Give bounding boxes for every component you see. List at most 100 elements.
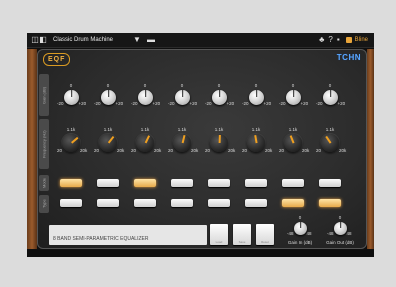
type-button-band-3[interactable] <box>134 199 156 207</box>
gain-band-2-knob[interactable] <box>100 89 116 105</box>
type-button-band-8[interactable] <box>319 199 341 207</box>
freq-band-7-min-label: 20 <box>278 148 284 153</box>
gain-in-knob[interactable] <box>293 221 307 235</box>
gain-band-1-top-label: 0 <box>69 82 73 88</box>
row-label-type: Type <box>39 195 49 213</box>
rack-icon[interactable]: ◫ <box>31 36 39 44</box>
gain-band-3-top-label: 0 <box>143 82 147 88</box>
freq-band-8-min-label: 20 <box>315 148 321 153</box>
gain-out-knob[interactable] <box>333 221 347 235</box>
freq-band-3-knob[interactable] <box>136 134 154 152</box>
freq-band-4-top-label: 1.1k <box>177 127 187 132</box>
mode-button-band-5[interactable] <box>208 179 230 187</box>
gain-band-1-max-label: +20 <box>78 100 87 106</box>
gain-in-label: Gain In (dB) <box>287 240 313 245</box>
freq-band-6-top-label: 1.1k <box>251 127 261 132</box>
gain-band-3-max-label: +20 <box>152 100 161 106</box>
gain-band-8-max-label: +20 <box>337 100 346 106</box>
knob-indicator <box>108 136 115 144</box>
gain-band-1-min-label: -20 <box>56 100 64 106</box>
freq-band-1-top-label: 1.1k <box>66 127 76 132</box>
gain-band-3-knob[interactable] <box>137 89 153 105</box>
users-icon[interactable]: ♣ <box>319 36 324 44</box>
freq-band-6-min-label: 20 <box>241 148 247 153</box>
mode-button-band-4[interactable] <box>171 179 193 187</box>
gain-band-5-max-label: +20 <box>226 100 235 106</box>
type-button-band-7[interactable] <box>282 199 304 207</box>
reset-preset-button[interactable]: Reset <box>256 224 274 245</box>
mode-button-band-8[interactable] <box>319 179 341 187</box>
freq-band-8-top-label: 1.1k <box>325 127 335 132</box>
gain-band-8-min-label: -20 <box>315 100 323 106</box>
gain-in-min-label: -48 <box>286 230 294 236</box>
gain-band-4-knob[interactable] <box>174 89 190 105</box>
preset-dropdown-icon[interactable]: ▼ <box>133 36 141 44</box>
knob-indicator <box>330 90 332 97</box>
mode-button-band-6[interactable] <box>245 179 267 187</box>
knob-indicator <box>256 90 258 97</box>
mode-button-band-7[interactable] <box>282 179 304 187</box>
host-toolbar: ◫ ◧ Classic Drum Machine ▼ ▬ ♣ ? ▪ Bline <box>27 33 374 48</box>
freq-band-4-min-label: 20 <box>167 148 173 153</box>
gain-band-6-knob[interactable] <box>248 89 264 105</box>
freq-band-7-knob[interactable] <box>284 134 302 152</box>
knob-indicator <box>145 135 151 144</box>
freq-band-5-knob[interactable] <box>210 134 228 152</box>
knob-indicator <box>219 134 221 144</box>
freq-band-6-knob[interactable] <box>247 134 265 152</box>
compare-icon[interactable]: ◧ <box>39 36 47 44</box>
freq-band-8-max-label: 20k <box>339 148 347 153</box>
product-logo: TCHN <box>336 53 361 62</box>
type-button-band-5[interactable] <box>208 199 230 207</box>
knob-indicator <box>71 137 79 144</box>
gain-band-6-top-label: 0 <box>254 82 258 88</box>
knob-indicator <box>219 90 221 97</box>
freq-band-7-top-label: 1.1k <box>288 127 298 132</box>
gain-out-label: Gain Out (dB) <box>326 240 354 245</box>
gain-out-max-label: 48 <box>346 230 352 236</box>
save-preset-button[interactable]: Save <box>233 224 251 245</box>
equalizer-title: 8 BAND SEMI-PARAMETRIC EQUALIZER <box>53 236 149 242</box>
wood-panel-left <box>27 49 37 249</box>
type-button-band-2[interactable] <box>97 199 119 207</box>
mode-button-band-1[interactable] <box>60 179 82 187</box>
gain-band-7-min-label: -20 <box>278 100 286 106</box>
gain-band-1-knob[interactable] <box>63 89 79 105</box>
freq-band-1-knob[interactable] <box>62 134 80 152</box>
type-button-band-4[interactable] <box>171 199 193 207</box>
row-label-frequency: Frequency (Hz) <box>39 119 49 169</box>
knob-indicator <box>300 222 302 228</box>
knob-indicator <box>254 134 258 144</box>
gain-band-7-knob[interactable] <box>285 89 301 105</box>
freq-band-5-top-label: 1.1k <box>214 127 224 132</box>
mode-button-band-3[interactable] <box>134 179 156 187</box>
preset-name[interactable]: Classic Drum Machine <box>53 37 113 43</box>
freq-band-2-knob[interactable] <box>99 134 117 152</box>
help-icon[interactable]: ? <box>328 36 332 44</box>
row-label-mode: Mode <box>39 175 49 191</box>
folder-icon[interactable]: ▬ <box>147 36 155 44</box>
gain-band-6-min-label: -20 <box>241 100 249 106</box>
freq-band-2-min-label: 20 <box>93 148 99 153</box>
gain-in-top-label: 0 <box>298 214 302 220</box>
knob-indicator <box>325 135 332 144</box>
knob-indicator <box>340 222 342 228</box>
wood-panel-right <box>367 49 374 249</box>
bypass-label: Bline <box>354 37 368 43</box>
type-button-band-6[interactable] <box>245 199 267 207</box>
gain-band-4-max-label: +20 <box>189 100 198 106</box>
knob-indicator <box>108 90 110 97</box>
gain-band-5-knob[interactable] <box>211 89 227 105</box>
gain-band-4-top-label: 0 <box>180 82 184 88</box>
freq-band-8-knob[interactable] <box>321 134 339 152</box>
type-button-band-1[interactable] <box>60 199 82 207</box>
load-preset-button[interactable]: Load <box>210 224 228 245</box>
mode-button-band-2[interactable] <box>97 179 119 187</box>
gain-band-7-top-label: 0 <box>291 82 295 88</box>
bypass-checkbox-icon[interactable] <box>345 37 352 43</box>
chat-icon[interactable]: ▪ <box>337 36 340 44</box>
freq-band-2-top-label: 1.1k <box>103 127 113 132</box>
freq-band-4-knob[interactable] <box>173 134 191 152</box>
title-display: 8 BAND SEMI-PARAMETRIC EQUALIZER <box>49 225 207 245</box>
gain-band-8-knob[interactable] <box>322 89 338 105</box>
